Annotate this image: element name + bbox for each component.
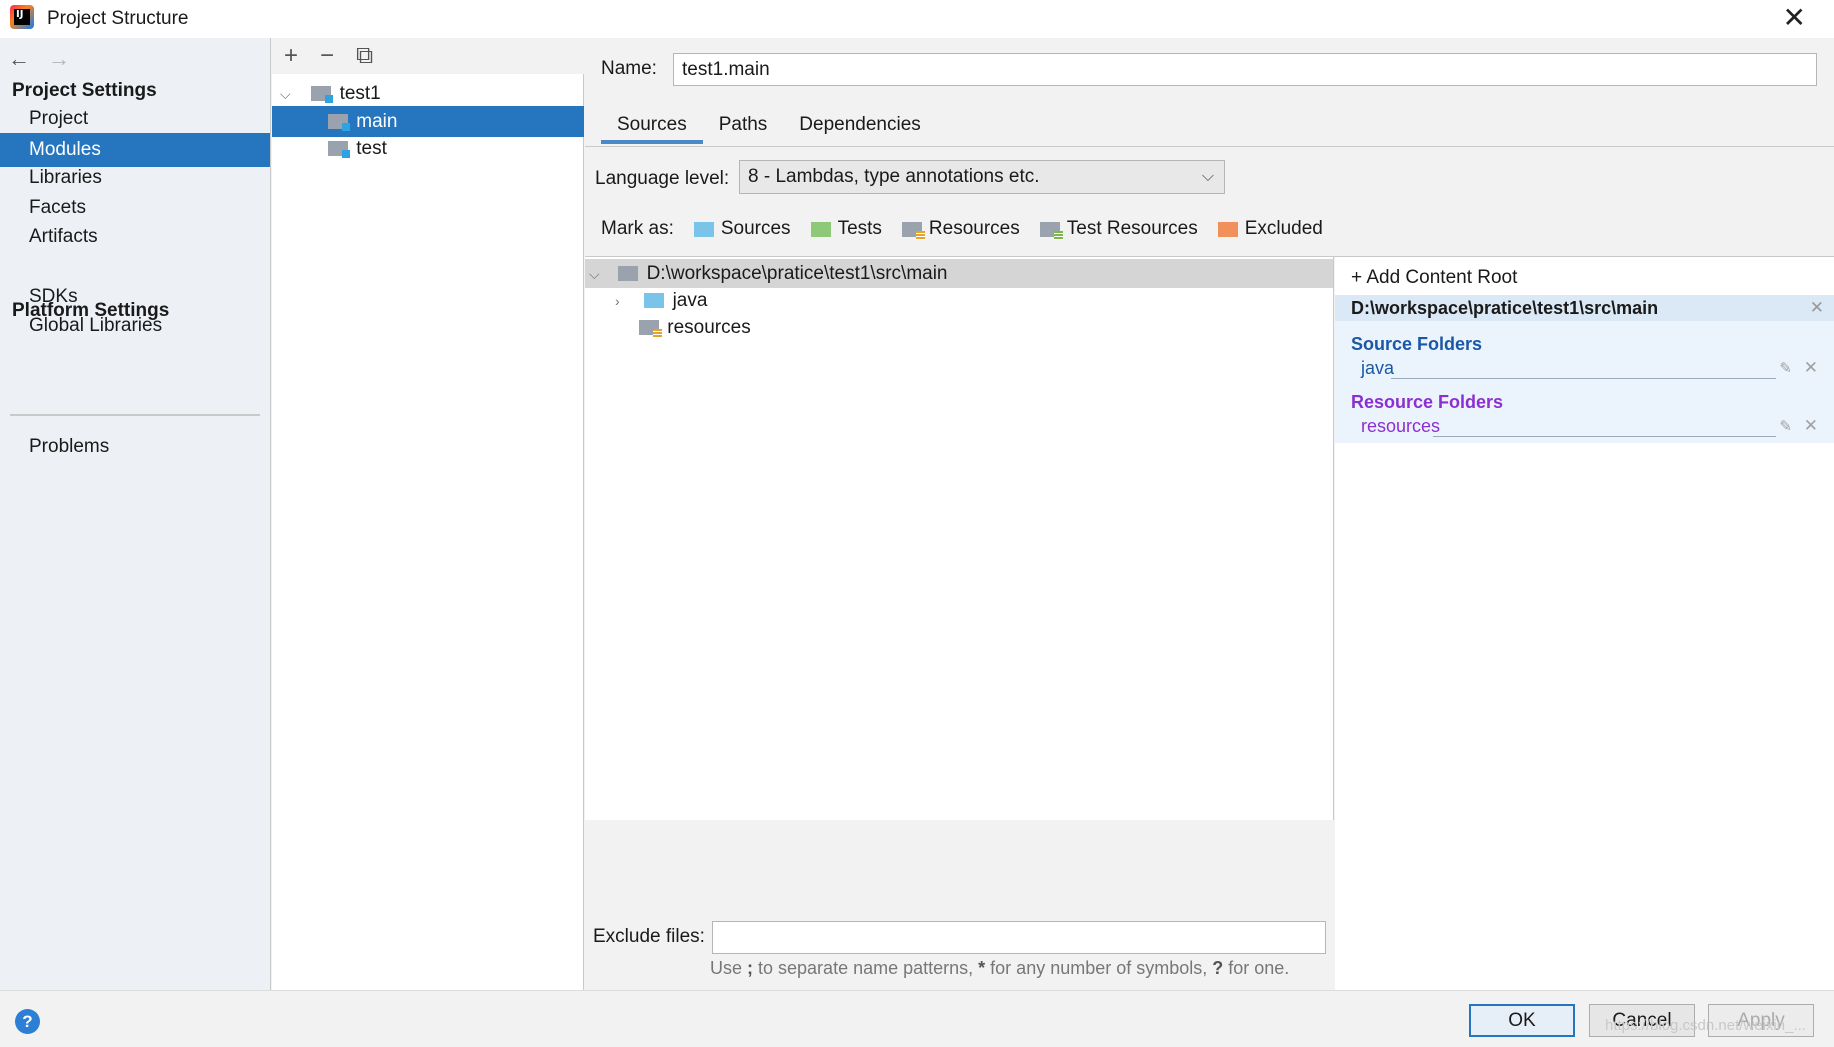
tab-sources[interactable]: Sources — [601, 108, 703, 144]
test-resources-folder-icon — [1039, 221, 1063, 240]
excluded-folder-icon — [1217, 221, 1238, 237]
chevron-down-icon[interactable]: ⌵ — [589, 260, 603, 289]
resource-folder-label: resources — [1361, 416, 1441, 436]
source-folder-entry: java ✎ ✕ — [1361, 358, 1826, 382]
sources-folder-icon — [644, 293, 665, 309]
mark-sources-button[interactable]: Sources — [693, 218, 791, 240]
content-tree: ⌵ D:\workspace\pratice\test1\src\main › … — [585, 257, 1334, 820]
add-content-root-button[interactable]: + Add Content Root — [1351, 267, 1517, 289]
settings-nav: ← → Project Settings Project Modules Lib… — [0, 38, 271, 990]
content-root-node[interactable]: ⌵ D:\workspace\pratice\test1\src\main — [585, 259, 1333, 288]
edit-pencil-icon[interactable]: ✎ — [1779, 417, 1792, 435]
source-folders-title: Source Folders — [1351, 334, 1483, 354]
module-name-input[interactable]: test1.main — [673, 53, 1817, 86]
nav-item-libraries[interactable]: Libraries — [0, 161, 270, 195]
exclude-files-hint: Use ; to separate name patterns, * for a… — [710, 958, 1290, 978]
resource-folders-title: Resource Folders — [1351, 392, 1504, 412]
folder-entry-line — [1391, 378, 1776, 379]
tab-dependencies[interactable]: Dependencies — [783, 108, 936, 144]
watermark: https://blog.csdn.net/weixin_... — [1605, 1017, 1806, 1034]
back-arrow-icon[interactable]: ← — [8, 46, 30, 72]
tree-node-label: test1 — [339, 83, 381, 104]
remove-content-root-icon[interactable]: ✕ — [1810, 295, 1824, 321]
remove-folder-icon[interactable]: ✕ — [1804, 416, 1818, 436]
mark-tests-button[interactable]: Tests — [810, 218, 882, 240]
content-root-path-label: D:\workspace\pratice\test1\src\main — [1351, 298, 1659, 318]
tree-node-label: main — [356, 111, 398, 132]
add-icon: + — [1351, 267, 1363, 288]
close-icon[interactable]: ✕ — [1783, 4, 1806, 32]
tab-paths[interactable]: Paths — [703, 108, 784, 144]
dialog-footer: ? OK Cancel Apply https://blog.csdn.net/… — [0, 990, 1834, 1047]
content-root-panel: + Add Content Root D:\workspace\pratice\… — [1335, 257, 1834, 990]
content-node-resources[interactable]: resources — [585, 313, 1333, 342]
mark-sources-label: Sources — [720, 218, 791, 239]
language-level-label: Language level: — [595, 168, 730, 189]
content-node-java[interactable]: › java — [585, 286, 1333, 315]
mark-tests-label: Tests — [837, 218, 882, 239]
remove-folder-icon[interactable]: ✕ — [1804, 358, 1818, 378]
nav-divider — [10, 414, 260, 416]
language-level-select[interactable]: 8 - Lambdas, type annotations etc. ⌵ — [739, 160, 1225, 194]
add-content-root-label: Add Content Root — [1366, 267, 1518, 288]
nav-item-artifacts[interactable]: Artifacts — [0, 220, 270, 254]
name-label: Name: — [601, 58, 657, 79]
tests-folder-icon — [810, 221, 831, 237]
content-node-label: resources — [667, 317, 751, 338]
resource-folder-entry: resources ✎ ✕ — [1361, 416, 1826, 440]
nav-arrows: ← → — [8, 46, 70, 72]
tree-node-test1[interactable]: ⌵ test1 — [272, 78, 584, 109]
content-node-label: java — [672, 290, 708, 311]
tree-node-label: test — [356, 138, 387, 159]
resources-folder-icon — [639, 320, 662, 339]
resources-folder-icon — [901, 221, 925, 240]
module-settings-panel: Name: test1.main Sources Paths Dependenc… — [585, 38, 1834, 990]
edit-pencil-icon[interactable]: ✎ — [1779, 359, 1792, 377]
folder-icon — [618, 266, 639, 282]
mark-resources-button[interactable]: Resources — [901, 218, 1020, 240]
content-root-path: D:\workspace\pratice\test1\src\main ✕ — [1335, 295, 1834, 321]
section-project-settings: Project Settings — [12, 80, 157, 101]
ok-button[interactable]: OK — [1469, 1004, 1575, 1037]
content-root-block: D:\workspace\pratice\test1\src\main ✕ So… — [1335, 295, 1834, 443]
mark-as-bar: Mark as: Sources Tests Resources Test Re… — [601, 218, 1323, 240]
module-tabs: Sources Paths Dependencies — [601, 108, 937, 146]
nav-item-global-libraries[interactable]: Global Libraries — [0, 309, 270, 343]
module-toolbar: + − ⧉ — [272, 38, 584, 74]
forward-arrow-icon[interactable]: → — [48, 46, 70, 72]
nav-item-problems[interactable]: Problems — [0, 430, 270, 464]
mark-resources-label: Resources — [928, 218, 1020, 239]
mark-excluded-label: Excluded — [1244, 218, 1323, 239]
window-title: Project Structure — [47, 8, 189, 29]
module-folder-icon — [328, 114, 350, 132]
module-folder-icon — [328, 141, 350, 159]
title-bar: IJ Project Structure ✕ — [0, 0, 1834, 38]
remove-icon[interactable]: − — [320, 42, 334, 70]
nav-item-project[interactable]: Project — [0, 102, 270, 136]
mark-test-resources-button[interactable]: Test Resources — [1039, 218, 1198, 240]
copy-icon[interactable]: ⧉ — [356, 42, 373, 70]
help-icon[interactable]: ? — [15, 1009, 40, 1034]
exclude-files-label: Exclude files: — [593, 926, 705, 947]
content-root-label: D:\workspace\pratice\test1\src\main — [646, 263, 948, 284]
chevron-right-icon[interactable]: › — [615, 287, 629, 316]
sources-folder-icon — [693, 221, 714, 237]
mark-excluded-button[interactable]: Excluded — [1217, 218, 1323, 240]
tree-node-test[interactable]: test — [272, 133, 584, 164]
module-tree-panel: + − ⧉ ⌵ test1 main test — [272, 38, 584, 990]
add-icon[interactable]: + — [284, 42, 298, 70]
exclude-files-input[interactable] — [712, 921, 1326, 954]
source-folder-label: java — [1361, 358, 1395, 378]
mark-as-label: Mark as: — [601, 218, 674, 239]
tabs-divider — [585, 146, 1834, 147]
chevron-down-icon: ⌵ — [1201, 168, 1214, 185]
mark-test-resources-label: Test Resources — [1066, 218, 1198, 239]
language-level-value: 8 - Lambdas, type annotations etc. — [748, 166, 1040, 187]
intellij-logo-icon: IJ — [10, 5, 34, 29]
module-folder-icon — [311, 86, 334, 104]
folder-entry-line — [1433, 436, 1776, 437]
